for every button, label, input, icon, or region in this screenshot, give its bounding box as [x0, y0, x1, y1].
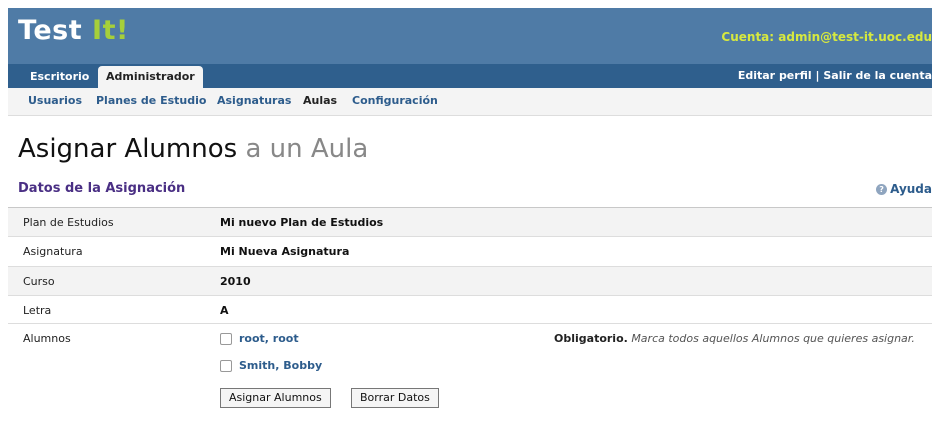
page-title-main: Asignar Alumnos: [18, 134, 238, 164]
field-value: Mi nuevo Plan de Estudios: [220, 216, 384, 229]
user-links: Editar perfil | Salir de la cuenta: [738, 69, 932, 82]
student-option-smith[interactable]: Smith, Bobby: [220, 359, 322, 372]
page-title: Asignar Alumnos a un Aula: [18, 134, 368, 164]
subnav-asignaturas[interactable]: Asignaturas: [217, 94, 291, 107]
student-option-root[interactable]: root, root: [220, 332, 299, 345]
assign-students-button[interactable]: Asignar Alumnos: [220, 388, 331, 408]
header-bar: Test It! Cuenta: admin@test-it.uoc.edu: [8, 8, 932, 64]
subnav-configuracion[interactable]: Configuración: [352, 94, 438, 107]
clear-data-button[interactable]: Borrar Datos: [351, 388, 439, 408]
checkbox[interactable]: [220, 332, 232, 345]
field-value: 2010: [220, 275, 251, 288]
logo-main-text: Test: [18, 15, 83, 46]
hint-text: Marca todos aquellos Alumnos que quieres…: [631, 332, 915, 345]
field-label: Letra: [23, 304, 52, 317]
app-logo[interactable]: Test It!: [18, 15, 129, 46]
link-separator: |: [815, 69, 820, 82]
required-label: Obligatorio.: [554, 332, 628, 345]
field-label: Asignatura: [23, 245, 83, 258]
form-row-letra: Letra A: [8, 296, 932, 324]
field-hint: Obligatorio. Marca todos aquellos Alumno…: [554, 332, 915, 345]
student-name[interactable]: root, root: [239, 332, 299, 345]
help-link[interactable]: ? Ayuda: [876, 182, 932, 196]
logout-link[interactable]: Salir de la cuenta: [823, 69, 932, 82]
field-label: Alumnos: [23, 332, 71, 345]
subnav-aulas[interactable]: Aulas: [303, 94, 337, 107]
form-row-asignatura: Asignatura Mi Nueva Asignatura: [8, 237, 932, 267]
checkbox[interactable]: [220, 359, 232, 372]
logo-accent-text: It!: [92, 15, 129, 46]
student-name[interactable]: Smith, Bobby: [239, 359, 322, 372]
sub-navigation: Usuarios Planes de Estudio Asignaturas A…: [8, 88, 932, 116]
section-title: Datos de la Asignación: [18, 181, 186, 196]
subnav-usuarios[interactable]: Usuarios: [28, 94, 82, 107]
help-icon: ?: [876, 184, 888, 195]
field-label: Plan de Estudios: [23, 216, 114, 229]
edit-profile-link[interactable]: Editar perfil: [738, 69, 812, 82]
account-info: Cuenta: admin@test-it.uoc.edu: [721, 30, 932, 44]
form-row-alumnos: Alumnos root, root Smith, Bobby Obligato…: [8, 324, 932, 421]
help-label: Ayuda: [890, 182, 932, 196]
account-label: Cuenta:: [721, 30, 775, 44]
page-title-rest: a un Aula: [245, 134, 369, 164]
account-email: admin@test-it.uoc.edu: [778, 30, 932, 44]
subnav-planes-de-estudio[interactable]: Planes de Estudio: [96, 94, 206, 107]
form-row-curso: Curso 2010: [8, 267, 932, 296]
tab-escritorio[interactable]: Escritorio: [22, 66, 97, 88]
main-tabs: Escritorio Administrador Editar perfil |…: [8, 64, 932, 88]
form-row-plan: Plan de Estudios Mi nuevo Plan de Estudi…: [8, 207, 932, 237]
field-value: Mi Nueva Asignatura: [220, 245, 350, 258]
field-value: A: [220, 304, 229, 317]
tab-administrador[interactable]: Administrador: [98, 66, 203, 88]
field-label: Curso: [23, 275, 55, 288]
